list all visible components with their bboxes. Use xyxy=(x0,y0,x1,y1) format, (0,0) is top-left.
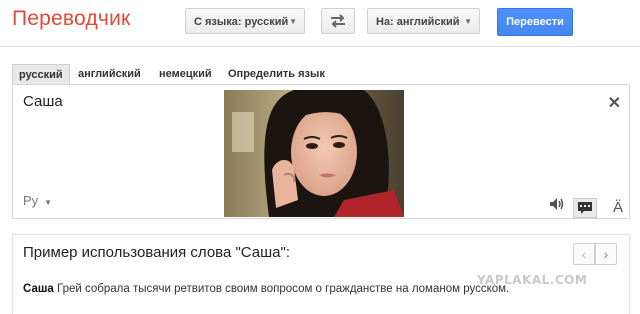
next-example-button[interactable]: › xyxy=(595,243,617,265)
font-size-icon[interactable]: Ä xyxy=(613,199,623,216)
translate-button[interactable]: Перевести xyxy=(497,8,573,36)
usage-example-text: Грей собрала тысячи ретвитов своим вопро… xyxy=(53,283,510,295)
input-language-picker[interactable]: Ру ▼ xyxy=(23,193,52,208)
usage-example-title: Пример использования слова "Саша": xyxy=(23,244,291,261)
target-language-label: На: английский xyxy=(376,16,460,28)
swap-languages-button[interactable] xyxy=(321,8,355,34)
usage-example-sentence: Саша Грей собрала тысячи ретвитов своим … xyxy=(23,283,509,295)
chevron-right-icon: › xyxy=(603,246,609,262)
swap-arrows-icon xyxy=(331,14,345,28)
tab-detect-language[interactable]: Определить язык xyxy=(228,64,325,84)
header-bar: Переводчик С языка: русский ▼ На: англий… xyxy=(0,0,640,47)
source-text[interactable]: Саша xyxy=(23,93,63,110)
tab-german[interactable]: немецкий xyxy=(159,64,212,84)
highlighted-word: Саша xyxy=(23,283,54,295)
chevron-down-icon: ▼ xyxy=(44,198,53,207)
chevron-down-icon: ▼ xyxy=(289,17,297,26)
previous-example-button[interactable]: ‹ xyxy=(573,243,595,265)
tab-english[interactable]: английский xyxy=(78,64,141,84)
source-language-label: С языка: русский xyxy=(194,16,289,28)
target-language-select[interactable]: На: английский ▼ xyxy=(367,8,480,34)
close-icon[interactable]: ✕ xyxy=(608,93,621,113)
input-language-label: Ру xyxy=(23,193,39,208)
chevron-left-icon: ‹ xyxy=(581,246,587,262)
tab-russian[interactable]: русский xyxy=(12,64,70,84)
chevron-down-icon: ▼ xyxy=(464,17,472,26)
app-title: Переводчик xyxy=(12,7,131,30)
portrait-photo xyxy=(224,90,404,217)
source-language-select[interactable]: С языка: русский ▼ xyxy=(185,8,305,34)
watermark: YAPLAKAL.COM xyxy=(477,273,588,287)
keyboard-icon[interactable] xyxy=(573,198,597,218)
speaker-icon[interactable] xyxy=(549,197,565,216)
